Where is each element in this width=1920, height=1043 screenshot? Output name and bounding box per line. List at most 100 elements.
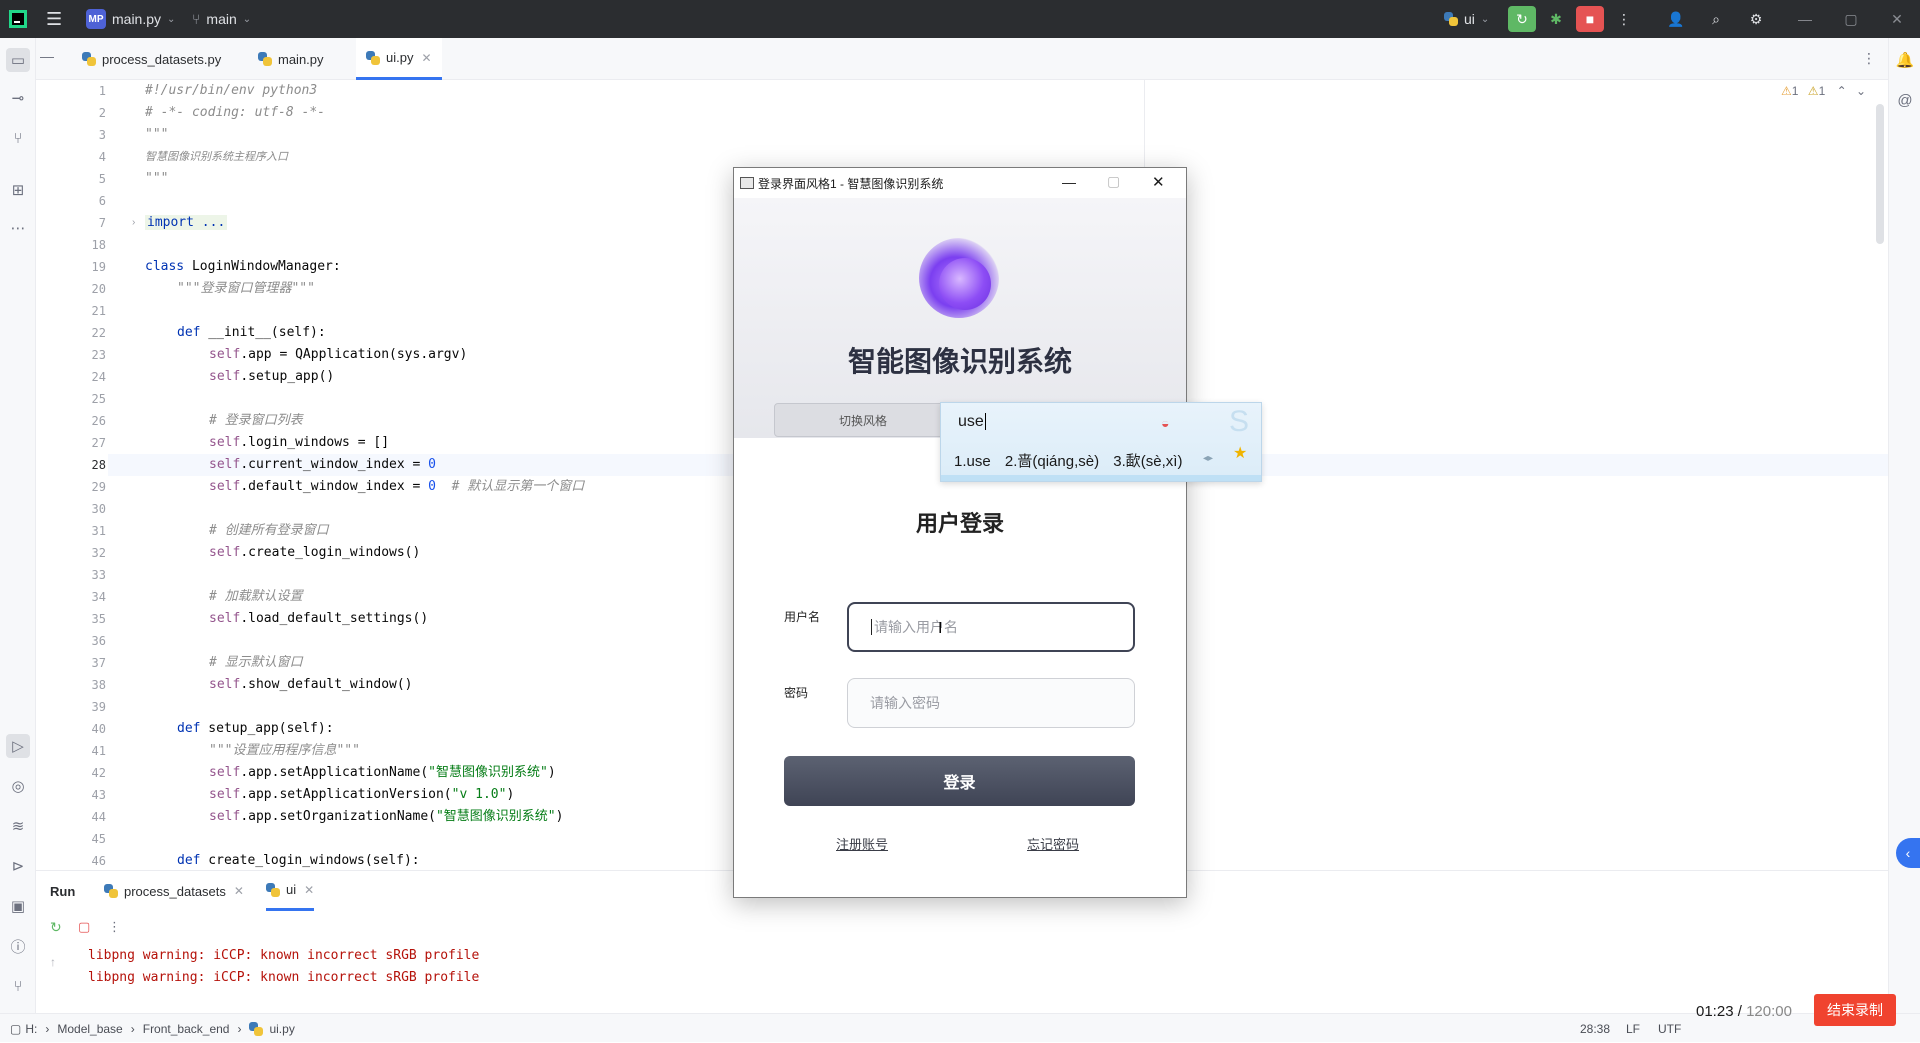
stop-icon[interactable]: ▢ — [78, 919, 90, 935]
run-tab-ui[interactable]: ui ✕ — [266, 871, 315, 911]
ai-assistant-button[interactable]: @ — [1893, 88, 1917, 112]
caret-position[interactable]: 28:38 — [1580, 1014, 1610, 1043]
line-number: 1 — [98, 84, 106, 98]
tab-ui[interactable]: ui.py ✕ — [356, 38, 442, 80]
breadcrumb-item[interactable]: Front_back_end — [143, 1022, 230, 1036]
password-input[interactable]: 请输入密码 — [847, 678, 1135, 728]
maximize-button[interactable]: ▢ — [1828, 0, 1874, 38]
minimize-button[interactable]: — — [1782, 0, 1828, 38]
branch-selector[interactable]: ⑂ main ⌄ — [192, 0, 251, 38]
folded-imports[interactable]: import ... — [145, 215, 228, 230]
login-window-titlebar: 登录界面风格1 - 智慧图像识别系统 — ▢ ✕ — [734, 168, 1186, 198]
warning-count: 1 — [1791, 84, 1799, 98]
recording-total: 120:00 — [1746, 1003, 1792, 1020]
add-user-icon: 👤 — [1667, 10, 1685, 27]
stop-button[interactable]: ■ — [1576, 6, 1604, 32]
switch-style-button[interactable]: 切换风格 — [774, 403, 952, 437]
rerun-button[interactable]: ↻ — [1508, 6, 1536, 32]
inline-comment: # 默认显示第一个窗口 — [435, 479, 585, 494]
ime-skin-icon[interactable]: ◒ — [1161, 415, 1169, 431]
ime-candidate[interactable]: 3.歃(sè,xì) — [1113, 453, 1182, 470]
star-icon[interactable]: ★ — [1233, 443, 1247, 463]
collapse-icon[interactable]: — — [40, 48, 54, 64]
file-encoding[interactable]: UTF — [1658, 1014, 1681, 1043]
username-input[interactable]: 请输入用户名 — [847, 602, 1135, 652]
problems-tool-button[interactable]: ⓘ — [6, 934, 30, 958]
side-float-button[interactable]: ‹ — [1896, 838, 1920, 868]
structure-tool-button[interactable]: ⊞ — [6, 178, 30, 202]
project-selector[interactable]: MP main.py ⌄ — [86, 0, 175, 38]
title-bar: ☰ MP main.py ⌄ ⑂ main ⌄ ui ⌄ ↻ ✱ ■ ⋮ 👤 ⌕… — [0, 0, 1920, 38]
self-keyword: self — [209, 545, 241, 560]
number-literal: 0 — [428, 479, 436, 494]
tab-process-datasets[interactable]: process_datasets.py — [72, 38, 231, 80]
string-literal: "智慧图像识别系统" — [428, 765, 548, 780]
breadcrumb-item[interactable]: H: — [25, 1022, 37, 1036]
more-vertical-icon: ⋮ — [1617, 10, 1631, 27]
code-text: create_login_windows(self): — [200, 853, 420, 868]
rerun-icon[interactable]: ↻ — [50, 919, 62, 936]
code-line: self.current_window_index = 0 — [209, 454, 436, 476]
layers-icon: ≋ — [11, 818, 25, 835]
layers-tool-button[interactable]: ≋ — [6, 814, 30, 838]
ime-candidate[interactable]: 1.use — [954, 453, 991, 470]
login-maximize-button[interactable]: ▢ — [1107, 173, 1120, 190]
git-tool-button[interactable]: ⑂ — [6, 974, 30, 998]
weak-warning-count: 1 — [1818, 84, 1826, 98]
notifications-button[interactable]: 🔔 — [1893, 48, 1917, 72]
self-keyword: self — [209, 765, 241, 780]
forgot-password-link[interactable]: 忘记密码 — [1027, 834, 1079, 853]
pull-requests-tool-button[interactable]: ⑂ — [6, 126, 30, 150]
line-number: 19 — [91, 260, 106, 274]
run-tab-label: process_datasets — [124, 883, 226, 899]
debug-button[interactable]: ✱ — [1542, 6, 1570, 32]
run-tab-process-datasets[interactable]: process_datasets ✕ — [104, 871, 244, 911]
chevron-up-icon[interactable]: ⌃ — [1837, 84, 1847, 98]
stop-recording-button[interactable]: 结束录制 — [1814, 994, 1896, 1026]
scroll-up-icon[interactable]: ↑ — [50, 955, 56, 969]
more-vertical-icon[interactable]: ⋮ — [108, 919, 121, 935]
login-minimize-button[interactable]: — — [1062, 174, 1076, 190]
main-menu-icon[interactable]: ☰ — [46, 0, 62, 38]
tab-main[interactable]: main.py — [248, 38, 334, 80]
vertical-scrollbar[interactable] — [1876, 104, 1884, 244]
string-literal: "v 1.0" — [451, 787, 507, 802]
more-actions-button[interactable]: ⋮ — [1610, 6, 1638, 32]
close-window-button[interactable]: ✕ — [1874, 0, 1920, 38]
right-tool-strip: 🔔 @ — [1888, 38, 1920, 1023]
code-line: self.load_default_settings() — [209, 608, 428, 630]
commit-tool-button[interactable]: ⊸ — [6, 86, 30, 110]
python-console-tool-button[interactable]: ◎ — [6, 774, 30, 798]
line-separator[interactable]: LF — [1626, 1014, 1640, 1043]
more-tools-button[interactable]: ⋯ — [6, 216, 30, 240]
ime-candidate[interactable]: 2.啬(qiáng,sè) — [1005, 453, 1099, 470]
register-link[interactable]: 注册账号 — [836, 834, 888, 853]
breadcrumb-item[interactable]: Model_base — [57, 1022, 122, 1036]
login-button[interactable]: 登录 — [784, 756, 1135, 806]
code-with-me-button[interactable]: 👤 — [1662, 6, 1690, 32]
code-line: # 创建所有登录窗口 — [209, 523, 329, 538]
code-line: """ — [145, 127, 169, 142]
terminal-tool-button[interactable]: ▣ — [6, 894, 30, 918]
breadcrumb-item[interactable]: ui.py — [269, 1022, 294, 1036]
line-number: 39 — [91, 700, 106, 714]
tab-actions-icon[interactable]: ⋮ — [1862, 50, 1876, 67]
line-number: 40 — [91, 722, 106, 736]
close-tab-icon[interactable]: ✕ — [234, 884, 244, 898]
chevron-down-icon[interactable]: ⌄ — [1856, 84, 1866, 98]
project-tool-button[interactable]: ▭ — [6, 48, 30, 72]
ime-composition: use — [958, 413, 986, 431]
login-close-button[interactable]: ✕ — [1152, 173, 1165, 191]
close-tab-icon[interactable]: ✕ — [304, 883, 314, 897]
settings-button[interactable]: ⚙ — [1742, 6, 1770, 32]
inspection-widget[interactable]: ⚠1 ⚠1 ⌃ ⌄ — [1781, 84, 1866, 98]
run-config-selector[interactable]: ui ⌄ — [1444, 0, 1489, 38]
line-number: 22 — [91, 326, 106, 340]
run-tool-button[interactable]: ▷ — [6, 734, 30, 758]
ime-bottom-bar — [941, 475, 1261, 481]
fold-expand-icon[interactable]: › — [132, 212, 135, 234]
close-tab-icon[interactable]: ✕ — [421, 51, 431, 65]
services-tool-button[interactable]: ⊳ — [6, 854, 30, 878]
ime-page-arrows-icon[interactable]: ◂▸ — [1203, 453, 1213, 464]
search-everywhere-button[interactable]: ⌕ — [1702, 6, 1730, 32]
